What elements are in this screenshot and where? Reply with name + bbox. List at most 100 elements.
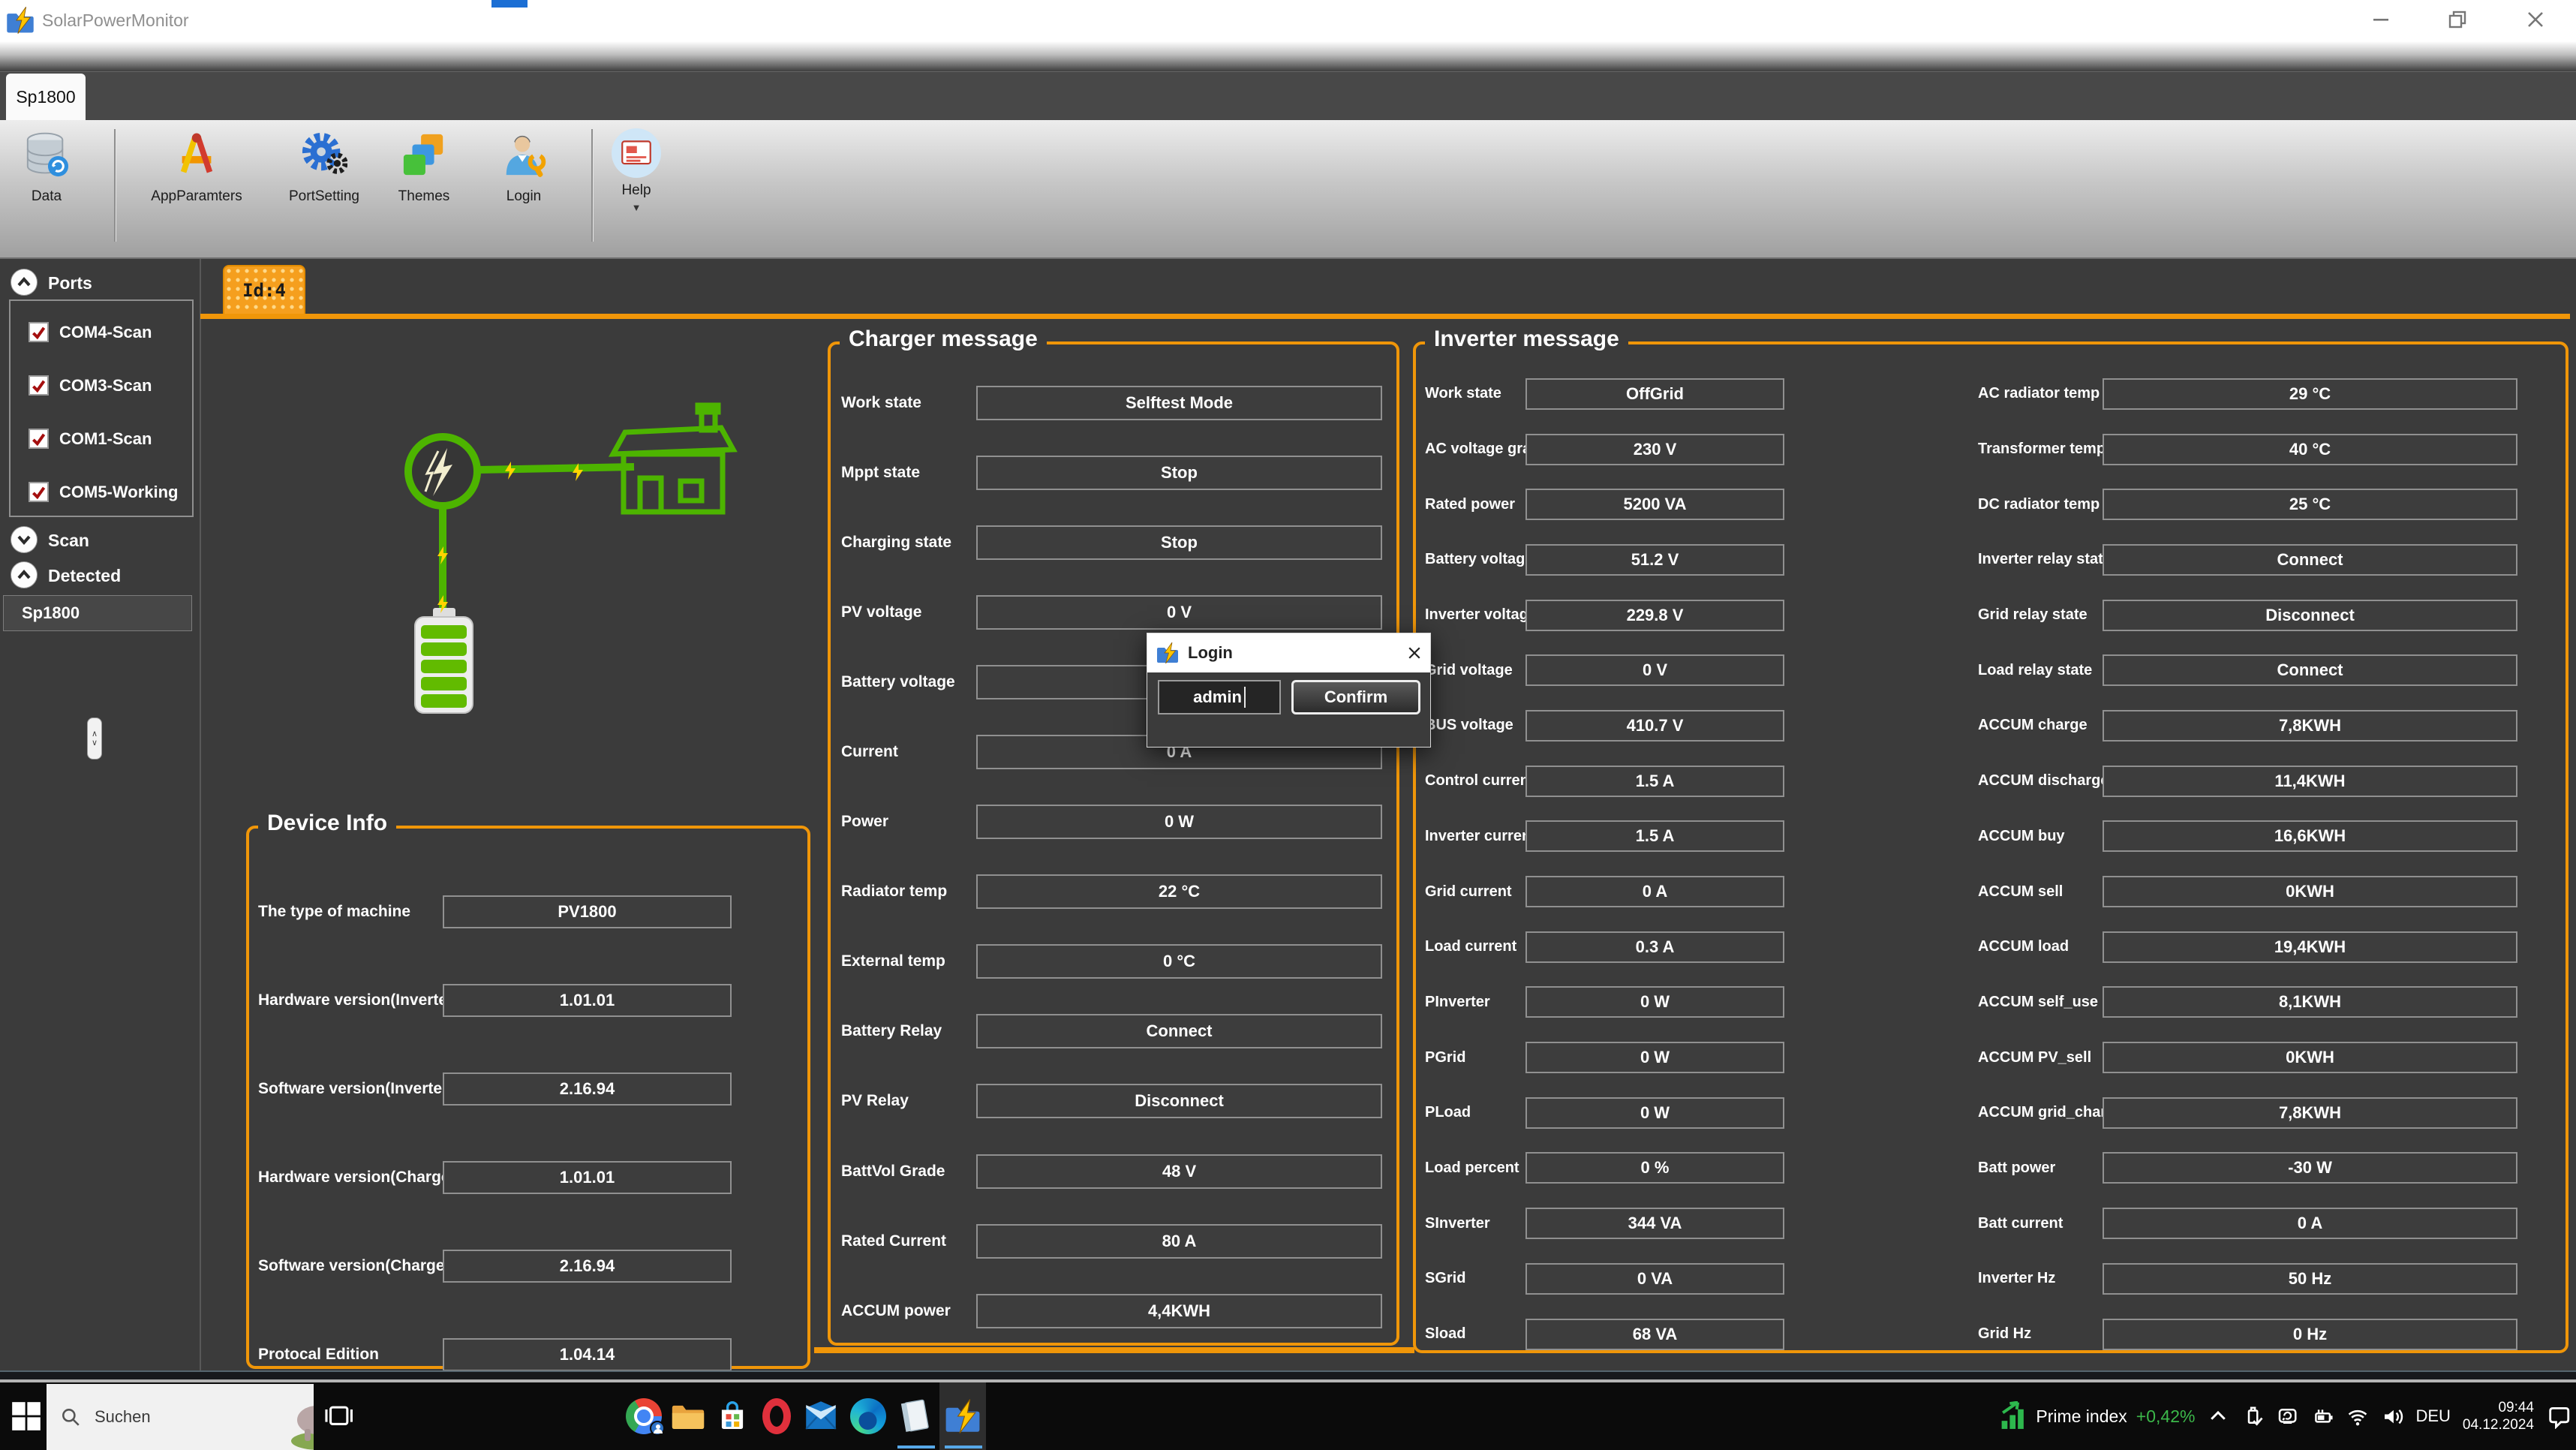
prime-index-change[interactable]: +0,42% (2136, 1406, 2196, 1427)
field-value: 51.2 V (1525, 544, 1784, 576)
field-label: Inverter current (1425, 828, 1521, 845)
task-view-button[interactable] (321, 1399, 356, 1433)
inverter-row: PLoad 0 W (1416, 1085, 1975, 1141)
inverter-message-group: Inverter message Work state OffGrid AC v… (1413, 341, 2568, 1353)
splitter-collapse-handle[interactable]: ∧ ∨ (87, 717, 102, 760)
opera-icon[interactable] (759, 1398, 795, 1434)
scan-collapse-button[interactable] (11, 526, 38, 553)
field-value: Connect (976, 1014, 1382, 1048)
charger-row: Charging state Stop (831, 507, 1396, 577)
detected-section-title[interactable]: Detected (48, 566, 121, 586)
login-button[interactable]: Login (489, 122, 558, 256)
red-check-icon (30, 323, 47, 341)
field-label: Battery Relay (841, 1022, 970, 1040)
sidebar-divider (200, 259, 201, 1370)
chevron-down-icon (11, 527, 37, 552)
device-page-tab[interactable]: Id:4 (223, 265, 305, 314)
field-label: Batt current (1978, 1215, 2100, 1232)
energy-bolt-icon (505, 462, 516, 480)
field-label: ACCUM PV_sell (1978, 1049, 2100, 1066)
inverter-row: Transformer temp 40 °C (1975, 422, 2568, 477)
confirm-button[interactable]: Confirm (1291, 680, 1420, 714)
field-value: 16,6KWH (2103, 820, 2517, 852)
ribbon-tab-sp1800[interactable]: Sp1800 (6, 74, 86, 121)
titlebar-gradient-band (0, 41, 2576, 71)
field-value: 344 VA (1525, 1208, 1784, 1239)
help-button[interactable]: Help ▼ (605, 122, 668, 256)
detected-collapse-button[interactable] (11, 561, 38, 588)
data-button[interactable]: Data (11, 122, 83, 256)
chevron-up-icon (11, 269, 37, 295)
display-sync-icon[interactable] (2276, 1405, 2298, 1427)
taskbar-clock[interactable]: 09:44 04.12.2024 (2463, 1399, 2534, 1433)
checkbox-checked-icon[interactable] (29, 375, 49, 396)
field-label: Transformer temp (1978, 441, 2100, 458)
field-value: 0 V (976, 595, 1382, 630)
field-value: 2.16.94 (443, 1250, 732, 1283)
prime-index-label[interactable]: Prime index (2036, 1406, 2127, 1427)
taskbar-search-input[interactable]: Suchen (47, 1384, 314, 1450)
field-label: Load current (1425, 938, 1521, 955)
chrome-icon[interactable] (626, 1398, 662, 1434)
edge-icon[interactable] (850, 1398, 886, 1434)
data-button-label: Data (32, 188, 62, 205)
wifi-icon[interactable] (2346, 1405, 2369, 1427)
inverter-row: Inverter voltage 229.8 V (1416, 588, 1975, 643)
checkbox-checked-icon[interactable] (29, 322, 49, 342)
device-info-row: The type of machine PV1800 (249, 868, 807, 956)
notepad-icon[interactable] (897, 1398, 933, 1434)
username-input[interactable]: admin (1158, 680, 1281, 714)
close-button[interactable] (2518, 5, 2553, 35)
port-checkbox-item[interactable]: COM5-Working (11, 465, 192, 519)
inverter-row: ACCUM grid_charge 7,8KWH (1975, 1085, 2568, 1141)
tray-expand-chevron-icon[interactable] (2207, 1405, 2229, 1427)
login-dialog: Login admin Confirm (1147, 633, 1431, 748)
inverter-row: BUS voltage 410.7 V (1416, 698, 1975, 754)
app-parameters-button[interactable]: AppParamters (135, 122, 258, 256)
inverter-row: PInverter 0 W (1416, 975, 1975, 1030)
solar-app-icon[interactable] (945, 1398, 981, 1434)
device-info-row: Hardware version(Charger) 1.01.01 (249, 1133, 807, 1222)
field-label: Sload (1425, 1325, 1521, 1343)
field-label: Radiator temp (841, 883, 970, 901)
collapse-up-icon: ∧ (92, 730, 98, 739)
field-label: Software version(Charger) (258, 1257, 438, 1275)
mail-icon[interactable] (803, 1398, 839, 1434)
file-explorer-icon[interactable] (670, 1398, 706, 1434)
collapse-down-icon: ∨ (92, 739, 98, 748)
field-value: 4,4KWH (976, 1294, 1382, 1328)
background-window-edge (491, 0, 528, 8)
inverter-row: Control current 1.5 A (1416, 754, 1975, 809)
action-center-icon[interactable] (2546, 1403, 2571, 1429)
checkbox-checked-icon[interactable] (29, 429, 49, 449)
close-icon (2523, 8, 2547, 32)
keyboard-language[interactable]: DEU (2415, 1406, 2450, 1426)
login-dialog-close-button[interactable] (1397, 641, 1423, 665)
help-dropdown-icon[interactable]: ▼ (632, 202, 642, 213)
ports-section-title[interactable]: Ports (48, 273, 92, 293)
battery-charging-icon[interactable] (2310, 1405, 2334, 1427)
help-button-label: Help (621, 182, 651, 199)
microsoft-store-icon[interactable] (714, 1398, 750, 1434)
field-label: Grid current (1425, 883, 1521, 901)
charger-row: PV Relay Disconnect (831, 1066, 1396, 1136)
prime-index-chart-icon[interactable] (1998, 1401, 2028, 1431)
port-checkbox-item[interactable]: COM3-Scan (11, 359, 192, 412)
restore-button[interactable] (2440, 5, 2475, 35)
checkbox-checked-icon[interactable] (29, 482, 49, 502)
scan-section-title[interactable]: Scan (48, 531, 89, 551)
volume-icon[interactable] (2381, 1405, 2403, 1427)
inverter-row: Load current 0.3 A (1416, 919, 1975, 975)
detected-device-sp1800[interactable]: Sp1800 (3, 595, 192, 631)
ports-collapse-button[interactable] (11, 269, 38, 296)
field-value: 7,8KWH (2103, 710, 2517, 742)
themes-button[interactable]: Themes (390, 122, 458, 256)
running-app-indicator (897, 1445, 935, 1448)
port-checkbox-item[interactable]: COM4-Scan (11, 305, 192, 359)
field-value: 1.01.01 (443, 1161, 732, 1194)
port-setting-button[interactable]: PortSetting (270, 122, 378, 256)
usb-eject-icon[interactable] (2241, 1405, 2264, 1427)
minimize-button[interactable] (2364, 5, 2398, 35)
start-button[interactable] (9, 1399, 44, 1433)
port-checkbox-item[interactable]: COM1-Scan (11, 412, 192, 465)
